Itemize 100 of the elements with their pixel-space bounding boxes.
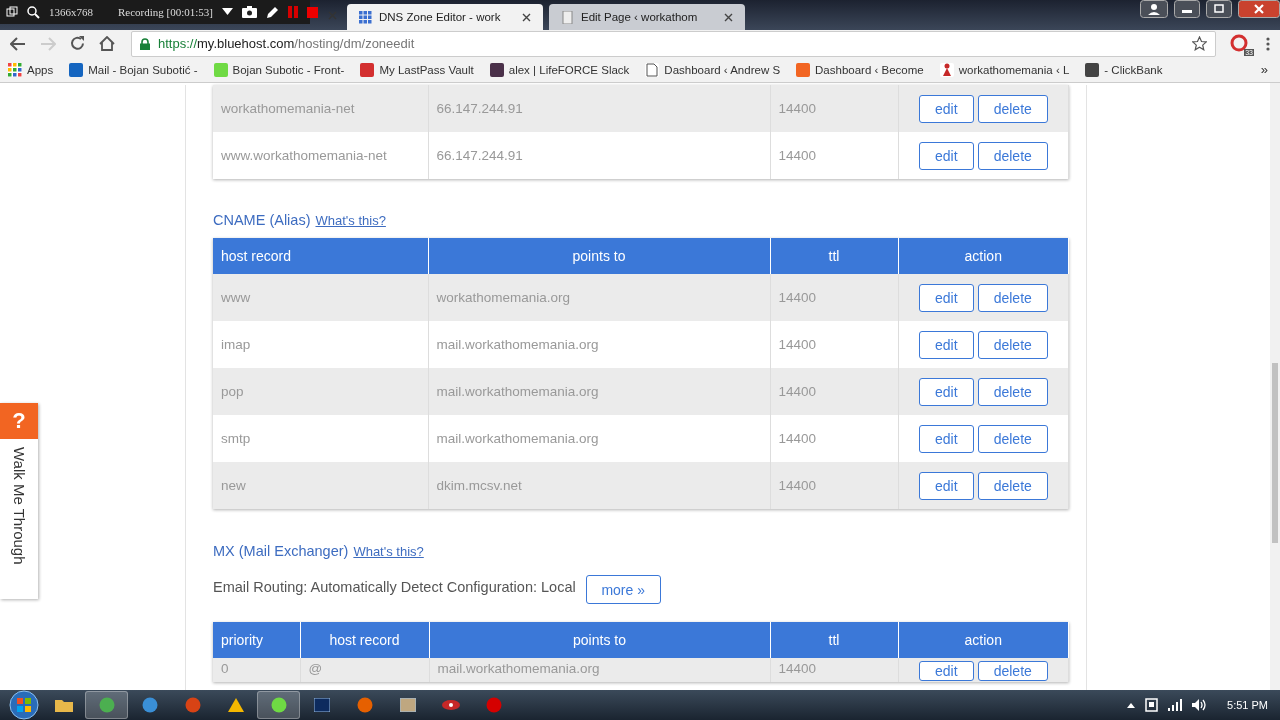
- section-title: MX (Mail Exchanger): [213, 543, 349, 559]
- table-cell: www: [213, 274, 428, 321]
- table-cell: mail.workathomemania.org: [428, 368, 770, 415]
- row-action-button[interactable]: delete: [977, 471, 1048, 500]
- column-header: ttl: [770, 622, 898, 658]
- home-icon[interactable]: [99, 36, 115, 51]
- figure-icon: [939, 62, 954, 77]
- table-cell: 14400: [770, 274, 898, 321]
- column-header: points to: [429, 622, 770, 658]
- pencil-icon[interactable]: [266, 5, 279, 19]
- table-cell: new: [213, 462, 428, 509]
- column-header: priority: [213, 622, 300, 658]
- table-cell: 0: [213, 658, 300, 682]
- volume-icon[interactable]: [1192, 699, 1208, 711]
- bookmark-item[interactable]: Apps: [8, 62, 54, 77]
- taskbar-app-icon[interactable]: [257, 691, 300, 719]
- bookmark-item[interactable]: Dashboard ‹ Andrew S: [645, 62, 781, 77]
- table-cell: www.workathomemania-net: [213, 132, 428, 179]
- table-cell: pop: [213, 368, 428, 415]
- row-action-button[interactable]: edit: [918, 330, 974, 359]
- page-icon: [645, 62, 660, 77]
- column-header: ttl: [770, 238, 898, 274]
- table-cell: 14400: [770, 368, 898, 415]
- table-cell: 14400: [770, 658, 898, 682]
- table-cell: dkim.mcsv.net: [428, 462, 770, 509]
- site-icon: [360, 62, 375, 77]
- maximize-icon[interactable]: [1206, 0, 1232, 18]
- bookmark-item[interactable]: My LastPass Vault: [360, 62, 474, 77]
- site-icon: [1085, 62, 1100, 77]
- bookmark-item[interactable]: - ClickBank: [1085, 62, 1163, 77]
- row-action-button[interactable]: edit: [918, 141, 974, 170]
- caret-icon[interactable]: [222, 8, 233, 16]
- bookmark-item[interactable]: Mail - Bojan Subotić -: [69, 62, 198, 77]
- row-action-button[interactable]: edit: [918, 471, 974, 500]
- table-cell: mail.workathomemania.org: [429, 658, 770, 682]
- column-header: action: [898, 622, 1069, 658]
- row-action-button[interactable]: delete: [977, 283, 1048, 312]
- star-icon[interactable]: [1192, 36, 1207, 51]
- bookmark-item[interactable]: workathomemania ‹ L: [939, 62, 1070, 77]
- minimize-icon[interactable]: [1174, 0, 1200, 18]
- row-action-button[interactable]: delete: [977, 377, 1048, 406]
- close-icon[interactable]: [724, 12, 733, 22]
- site-icon: [69, 62, 84, 77]
- bookmark-item[interactable]: Bojan Subotic - Front-: [213, 62, 345, 77]
- column-header: points to: [428, 238, 770, 274]
- row-action-button[interactable]: edit: [918, 424, 974, 453]
- start-button[interactable]: [6, 690, 42, 720]
- more-bookmarks-button[interactable]: »: [1256, 62, 1272, 77]
- user-icon[interactable]: [1140, 0, 1168, 18]
- table-cell: 66.147.244.91: [428, 85, 770, 132]
- pause-icon[interactable]: [288, 6, 298, 18]
- site-icon: [796, 62, 811, 77]
- browser-tab[interactable]: DNS Zone Editor - work: [347, 4, 543, 30]
- row-action-button[interactable]: delete: [977, 94, 1048, 123]
- page-icon: [561, 10, 574, 24]
- bookmark-item[interactable]: alex | LifeFORCE Slack: [489, 62, 630, 77]
- resolution-label: 1366x768: [49, 6, 93, 18]
- site-icon: [489, 62, 504, 77]
- close-icon[interactable]: [1238, 0, 1280, 18]
- row-action-button[interactable]: delete: [977, 424, 1048, 453]
- recording-status: Recording [00:01:53]: [118, 6, 213, 18]
- table-cell: 14400: [770, 132, 898, 179]
- row-action-button[interactable]: delete: [977, 330, 1048, 359]
- menu-icon[interactable]: [1266, 36, 1270, 51]
- help-link[interactable]: What's this?: [315, 213, 386, 228]
- table-cell: 14400: [770, 462, 898, 509]
- row-action-button[interactable]: edit: [918, 377, 974, 406]
- table-cell: 14400: [770, 85, 898, 132]
- stop-icon[interactable]: [307, 6, 318, 18]
- close-icon[interactable]: [522, 12, 531, 22]
- tray-arrow-icon[interactable]: [1127, 702, 1136, 708]
- camera-icon[interactable]: [242, 6, 257, 18]
- walk-me-through-tab[interactable]: ? Walk Me Through: [0, 403, 38, 599]
- search-icon[interactable]: [27, 5, 40, 19]
- column-header: host record: [213, 238, 428, 274]
- more-button[interactable]: more »: [585, 575, 661, 604]
- signal-icon[interactable]: [1168, 699, 1183, 711]
- routing-text: Email Routing: Automatically Detect Configuration: Local: [213, 578, 576, 595]
- address-bar[interactable]: https://my.bluehost.com/hosting/dm/zoneedit: [131, 30, 1216, 57]
- row-action-button[interactable]: edit: [918, 283, 974, 312]
- window-icon[interactable]: [6, 6, 18, 18]
- row-action-button[interactable]: edit: [918, 94, 974, 123]
- help-link[interactable]: What's this?: [353, 544, 424, 559]
- column-header: action: [898, 238, 1069, 274]
- scrollbar-thumb[interactable]: [1272, 363, 1278, 543]
- table-cell: @: [300, 658, 429, 682]
- network-icon[interactable]: [1145, 698, 1159, 712]
- row-action-button[interactable]: delete: [977, 661, 1048, 681]
- row-action-button[interactable]: delete: [977, 141, 1048, 170]
- taskbar-clock[interactable]: 5:51 PM: [1227, 699, 1268, 711]
- bookmark-item[interactable]: Dashboard ‹ Become: [796, 62, 924, 77]
- back-icon[interactable]: [10, 36, 26, 51]
- browser-tab[interactable]: Edit Page ‹ workathom: [549, 4, 745, 30]
- apps-grid-icon: [8, 62, 22, 77]
- table-cell: workathomemania-net: [213, 85, 428, 132]
- lock-icon: [140, 37, 150, 50]
- row-action-button[interactable]: edit: [918, 661, 974, 681]
- column-header: host record: [300, 622, 429, 658]
- reload-icon[interactable]: [70, 36, 85, 51]
- site-icon: [213, 62, 228, 77]
